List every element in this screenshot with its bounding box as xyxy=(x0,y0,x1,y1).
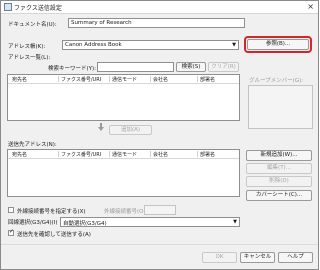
doc-name-input[interactable]: Summary of Research xyxy=(68,18,245,28)
close-icon[interactable]: × xyxy=(307,2,314,11)
arrow-down-icon xyxy=(98,123,104,131)
recipients-label: 送信先アドレス(N): xyxy=(8,142,57,148)
chevron-down-icon: ▼ xyxy=(233,219,237,225)
doc-name-label: ドキュメント名(U): xyxy=(8,22,57,28)
line-select-value: 自動選択(G3/G4) xyxy=(63,221,107,227)
search-button[interactable]: 検索(S) xyxy=(176,62,206,72)
col-fax: ファクス番号/URI xyxy=(61,151,102,158)
group-members-list xyxy=(248,85,313,129)
address-list-label: アドレス一覧(L): xyxy=(8,55,51,61)
address-book-label: アドレス帳(K): xyxy=(8,44,46,50)
line-select-label: 回線選択(G3/G4)(I) xyxy=(8,220,58,226)
col-fax: ファクス番号/URI xyxy=(61,76,102,83)
search-keyword-label: 検索キーワード(Y): xyxy=(48,66,97,72)
title-bar: ファクス送信設定 × xyxy=(1,1,318,14)
address-list-header: 宛先名 ファクス番号/URI 通信モード 会社名 部署名 xyxy=(8,75,239,84)
fax-app-icon xyxy=(4,3,12,11)
cancel-button[interactable]: キャンセル xyxy=(240,252,275,263)
delete-recipient-button[interactable]: 削除(D) xyxy=(246,176,312,187)
browse-button[interactable]: 参照(B)... xyxy=(247,39,309,50)
search-input[interactable] xyxy=(97,62,174,72)
confirm-checkbox[interactable] xyxy=(8,228,14,236)
col-company: 会社名 xyxy=(153,76,169,83)
col-name: 宛先名 xyxy=(12,151,28,158)
outside-line-checkbox[interactable] xyxy=(8,207,14,213)
line-select-dropdown[interactable]: 自動選択(G3/G4) ▼ xyxy=(60,217,240,227)
confirm-label: 送信先を確認して送信する(A) xyxy=(17,232,91,238)
outside-line-label: 外線接続番号を指定する(X) xyxy=(17,209,86,215)
dialog-title: ファクス送信設定 xyxy=(14,5,62,12)
col-mode: 通信モード xyxy=(112,151,138,158)
address-book-select[interactable]: Canon Address Book ▼ xyxy=(62,40,239,50)
outside-number-input[interactable] xyxy=(144,205,176,215)
outside-number-label: 外線接続番号(O): xyxy=(104,209,148,215)
coversheet-button[interactable]: カバーシート(C)... xyxy=(246,190,312,201)
col-department: 部署名 xyxy=(200,151,216,158)
footer-divider xyxy=(1,244,318,245)
fax-settings-dialog: ファクス送信設定 × ドキュメント名(U): Summary of Resear… xyxy=(0,0,319,270)
new-recipient-button[interactable]: 新規追加(W)... xyxy=(246,150,312,161)
col-company: 会社名 xyxy=(153,151,169,158)
recipients-table[interactable]: 宛先名 ファクス番号/URI 通信モード 会社名 部署名 xyxy=(7,149,240,197)
clear-button[interactable]: クリア(R) xyxy=(208,62,239,72)
col-name: 宛先名 xyxy=(12,76,28,83)
group-members-label: グループメンバー(G): xyxy=(249,78,304,84)
recipients-header: 宛先名 ファクス番号/URI 通信モード 会社名 部署名 xyxy=(8,150,239,159)
help-button[interactable]: ヘルプ xyxy=(278,252,313,263)
add-button[interactable]: 追加(A) xyxy=(109,125,152,135)
address-book-value: Canon Address Book xyxy=(65,42,122,48)
edit-recipient-button[interactable]: 編集(T)... xyxy=(246,163,312,174)
col-department: 部署名 xyxy=(200,76,216,83)
address-list-table[interactable]: 宛先名 ファクス番号/URI 通信モード 会社名 部署名 xyxy=(7,74,240,121)
chevron-down-icon: ▼ xyxy=(232,42,236,48)
col-mode: 通信モード xyxy=(112,76,138,83)
ok-button[interactable]: OK xyxy=(202,252,237,263)
